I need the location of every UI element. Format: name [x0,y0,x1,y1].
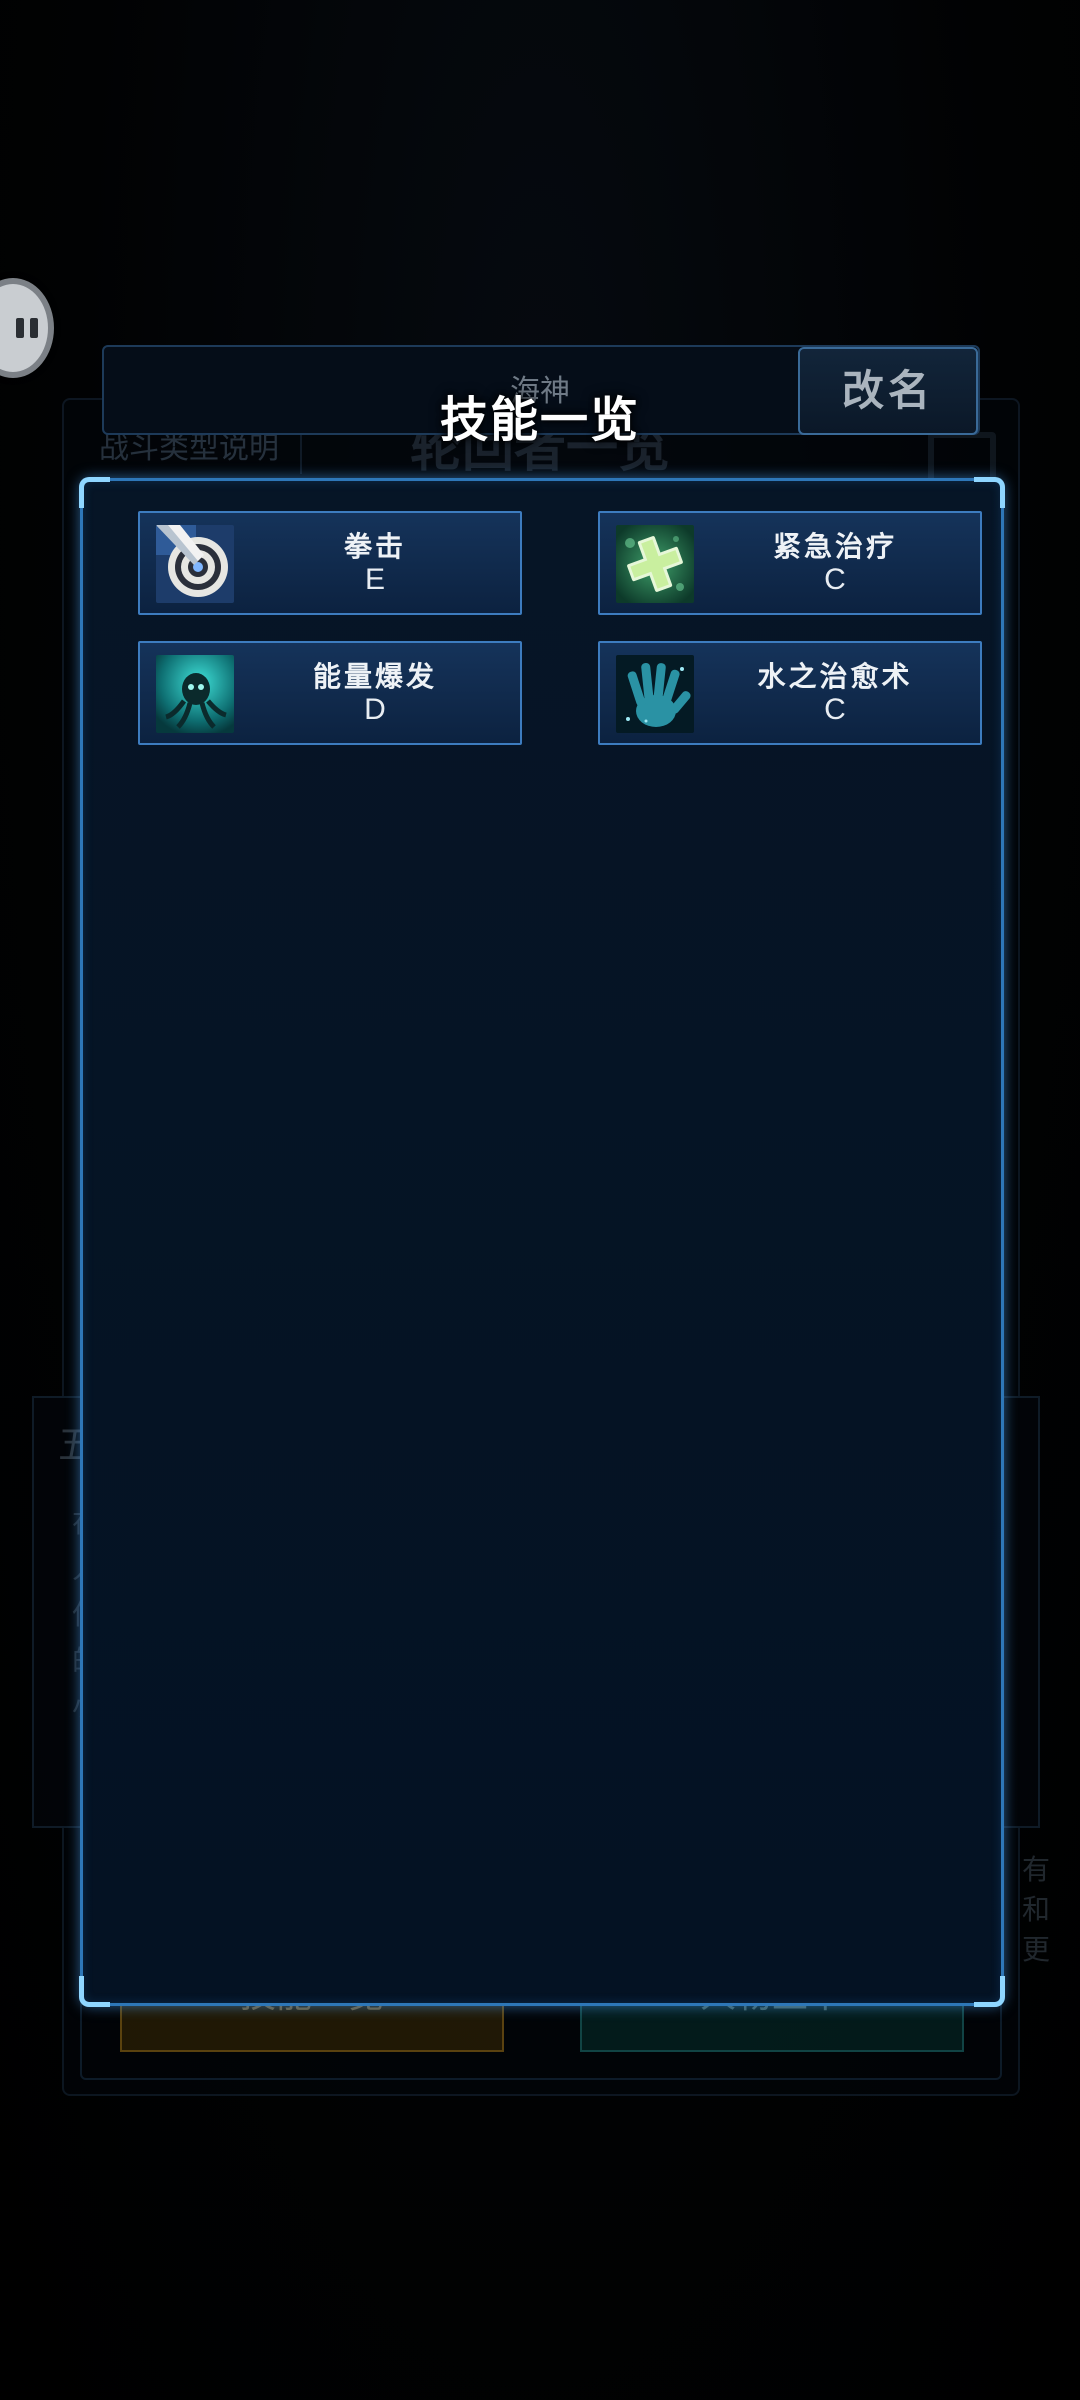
skill-name: 紧急治疗 [772,530,897,563]
skill-grade: C [824,693,846,726]
target-icon [156,525,234,603]
skill-name: 水之治愈术 [757,660,913,693]
skill-card-water-healing[interactable]: 水之治愈术 C [598,641,982,745]
background-right-line: 更 [1022,1933,1051,1966]
game-screen: 战斗类型说明 轮回者一览 五 在 人 但 的 小 有 和 更 技能一览 人物上下… [0,0,1080,2400]
heal-cross-icon [616,525,694,603]
skills-panel: 拳击 E 紧急治疗 C 能量爆发 D 水之治愈术 C [79,477,1005,2007]
skill-name: 能量爆发 [312,660,437,693]
panel-corner [79,477,110,508]
background-right-text: 有 和 更 [1022,1850,1052,1970]
background-side-box-right [998,1396,1040,1828]
pause-icon [30,318,38,338]
octopus-icon [156,655,234,733]
skill-grade: D [364,693,386,726]
background-right-line: 和 [1022,1893,1051,1926]
skill-name: 拳击 [343,530,406,563]
skill-card-punch[interactable]: 拳击 E [138,511,522,615]
dialog-title: 技能一览 [439,392,640,448]
skill-grade: E [364,563,385,596]
panel-corner [974,477,1005,508]
background-right-line: 有 [1022,1853,1051,1886]
skill-grade: C [824,563,846,596]
pause-icon [16,318,24,338]
panel-corner [974,1976,1005,2007]
rename-button[interactable]: 改名 [798,347,978,435]
panel-corner [79,1976,110,2007]
skill-card-emergency-heal[interactable]: 紧急治疗 C [598,511,982,615]
water-hand-icon [616,655,694,733]
skill-card-energy-burst[interactable]: 能量爆发 D [138,641,522,745]
